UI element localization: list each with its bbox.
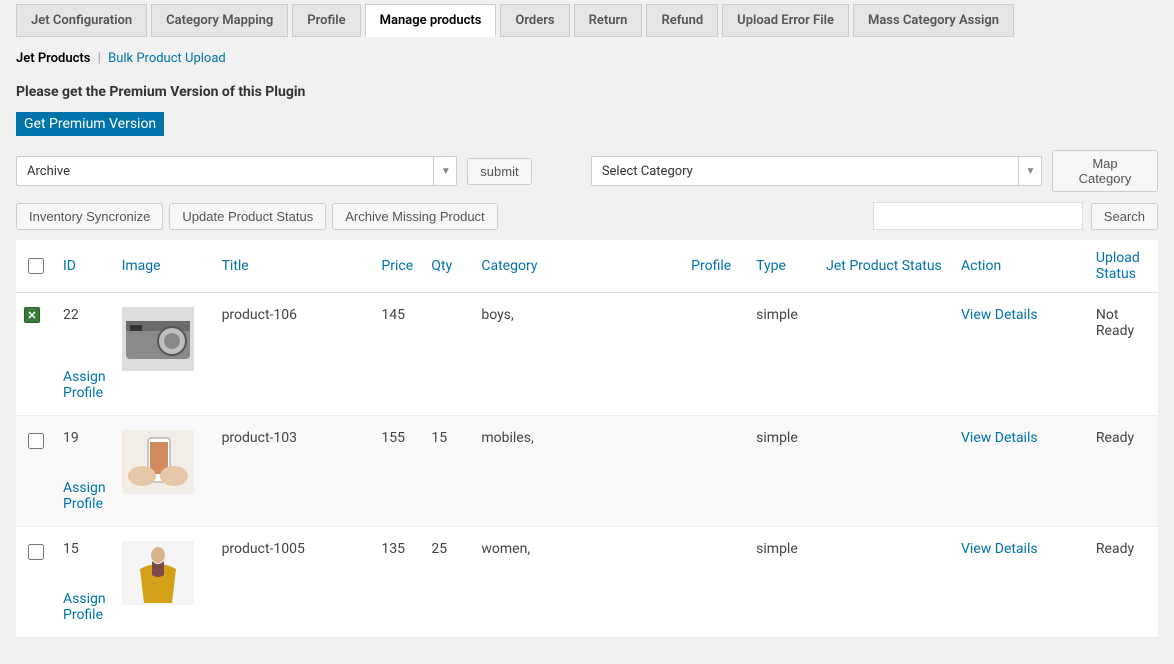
select-all-checkbox[interactable] xyxy=(28,258,44,274)
premium-message: Please get the Premium Version of this P… xyxy=(16,84,1158,100)
tab-return[interactable]: Return xyxy=(574,4,643,37)
update-status-button[interactable]: Update Product Status xyxy=(169,203,326,230)
cell-profile xyxy=(683,527,748,638)
tab-orders[interactable]: Orders xyxy=(500,4,569,37)
cell-jet-status xyxy=(818,527,953,638)
tab-profile[interactable]: Profile xyxy=(292,4,360,37)
remove-icon[interactable]: ✕ xyxy=(24,307,40,323)
tab-refund[interactable]: Refund xyxy=(646,4,718,37)
search-button[interactable]: Search xyxy=(1091,203,1158,230)
cell-title: product-106 xyxy=(214,293,374,416)
bulk-action-select[interactable]: Archive xyxy=(16,156,457,186)
view-details-link[interactable]: View Details xyxy=(961,307,1038,323)
cell-upload-status: Ready xyxy=(1088,416,1158,527)
product-thumbnail xyxy=(122,307,194,371)
col-id[interactable]: ID xyxy=(55,240,114,293)
table-row: ✕ 22 Assign Profile product-106145 boys, simp… xyxy=(16,293,1158,416)
col-type[interactable]: Type xyxy=(748,240,818,293)
cell-jet-status xyxy=(818,293,953,416)
tab-category-mapping[interactable]: Category Mapping xyxy=(151,4,288,37)
cell-qty xyxy=(423,293,473,416)
col-upload-status[interactable]: Upload Status xyxy=(1088,240,1158,293)
row-checkbox[interactable] xyxy=(28,544,44,560)
col-profile[interactable]: Profile xyxy=(683,240,748,293)
cell-title: product-103 xyxy=(214,416,374,527)
product-table: ID Image Title Price Qty Category Profil… xyxy=(16,240,1158,638)
search-input[interactable] xyxy=(873,202,1083,230)
cell-category: boys, xyxy=(473,293,683,416)
cell-upload-status: Ready xyxy=(1088,527,1158,638)
submit-button[interactable]: submit xyxy=(467,158,531,185)
tab-jet-configuration[interactable]: Jet Configuration xyxy=(16,4,147,37)
subnav-bulk-upload[interactable]: Bulk Product Upload xyxy=(108,51,226,66)
cell-price: 155 xyxy=(373,416,423,527)
row-checkbox[interactable] xyxy=(28,433,44,449)
tab-manage-products[interactable]: Manage products xyxy=(365,4,497,37)
subnav-current: Jet Products xyxy=(16,51,90,66)
cell-category: women, xyxy=(473,527,683,638)
cell-category: mobiles, xyxy=(473,416,683,527)
view-details-link[interactable]: View Details xyxy=(961,430,1038,446)
col-category[interactable]: Category xyxy=(473,240,683,293)
cell-type: simple xyxy=(748,293,818,416)
col-action[interactable]: Action xyxy=(953,240,1088,293)
assign-profile-link[interactable]: Assign Profile xyxy=(63,480,106,512)
category-select[interactable]: Select Category xyxy=(591,156,1042,186)
separator: | xyxy=(98,51,101,66)
col-title[interactable]: Title xyxy=(214,240,374,293)
sub-nav: Jet Products | Bulk Product Upload xyxy=(16,51,1158,66)
product-thumbnail xyxy=(122,430,194,494)
table-row: 19 Assign Profile product-10315515mobiles,… xyxy=(16,416,1158,527)
action-button-row: Inventory Syncronize Update Product Stat… xyxy=(16,202,1158,230)
cell-jet-status xyxy=(818,416,953,527)
cell-id: 19 xyxy=(63,430,106,446)
assign-profile-link[interactable]: Assign Profile xyxy=(63,369,106,401)
cell-qty: 15 xyxy=(423,416,473,527)
get-premium-button[interactable]: Get Premium Version xyxy=(16,112,164,136)
table-row: 15 Assign Profile product-100513525women, s… xyxy=(16,527,1158,638)
tab-upload-error-file[interactable]: Upload Error File xyxy=(722,4,849,37)
archive-missing-button[interactable]: Archive Missing Product xyxy=(332,203,497,230)
cell-price: 135 xyxy=(373,527,423,638)
cell-price: 145 xyxy=(373,293,423,416)
select-all-header xyxy=(16,240,55,293)
cell-type: simple xyxy=(748,527,818,638)
map-category-button[interactable]: Map Category xyxy=(1052,150,1158,192)
inventory-sync-button[interactable]: Inventory Syncronize xyxy=(16,203,163,230)
tab-bar: Jet ConfigurationCategory MappingProfile… xyxy=(16,4,1158,37)
cell-id: 22 xyxy=(63,307,106,323)
col-image[interactable]: Image xyxy=(114,240,214,293)
product-thumbnail xyxy=(122,541,194,605)
cell-title: product-1005 xyxy=(214,527,374,638)
col-jet-status[interactable]: Jet Product Status xyxy=(818,240,953,293)
cell-profile xyxy=(683,416,748,527)
assign-profile-link[interactable]: Assign Profile xyxy=(63,591,106,623)
cell-type: simple xyxy=(748,416,818,527)
controls-row: Archive ▼ submit Select Category ▼ Map C… xyxy=(16,150,1158,192)
view-details-link[interactable]: View Details xyxy=(961,541,1038,557)
cell-profile xyxy=(683,293,748,416)
cell-id: 15 xyxy=(63,541,106,557)
col-price[interactable]: Price xyxy=(373,240,423,293)
col-qty[interactable]: Qty xyxy=(423,240,473,293)
tab-mass-category-assign[interactable]: Mass Category Assign xyxy=(853,4,1014,37)
cell-qty: 25 xyxy=(423,527,473,638)
cell-upload-status: Not Ready xyxy=(1088,293,1158,416)
